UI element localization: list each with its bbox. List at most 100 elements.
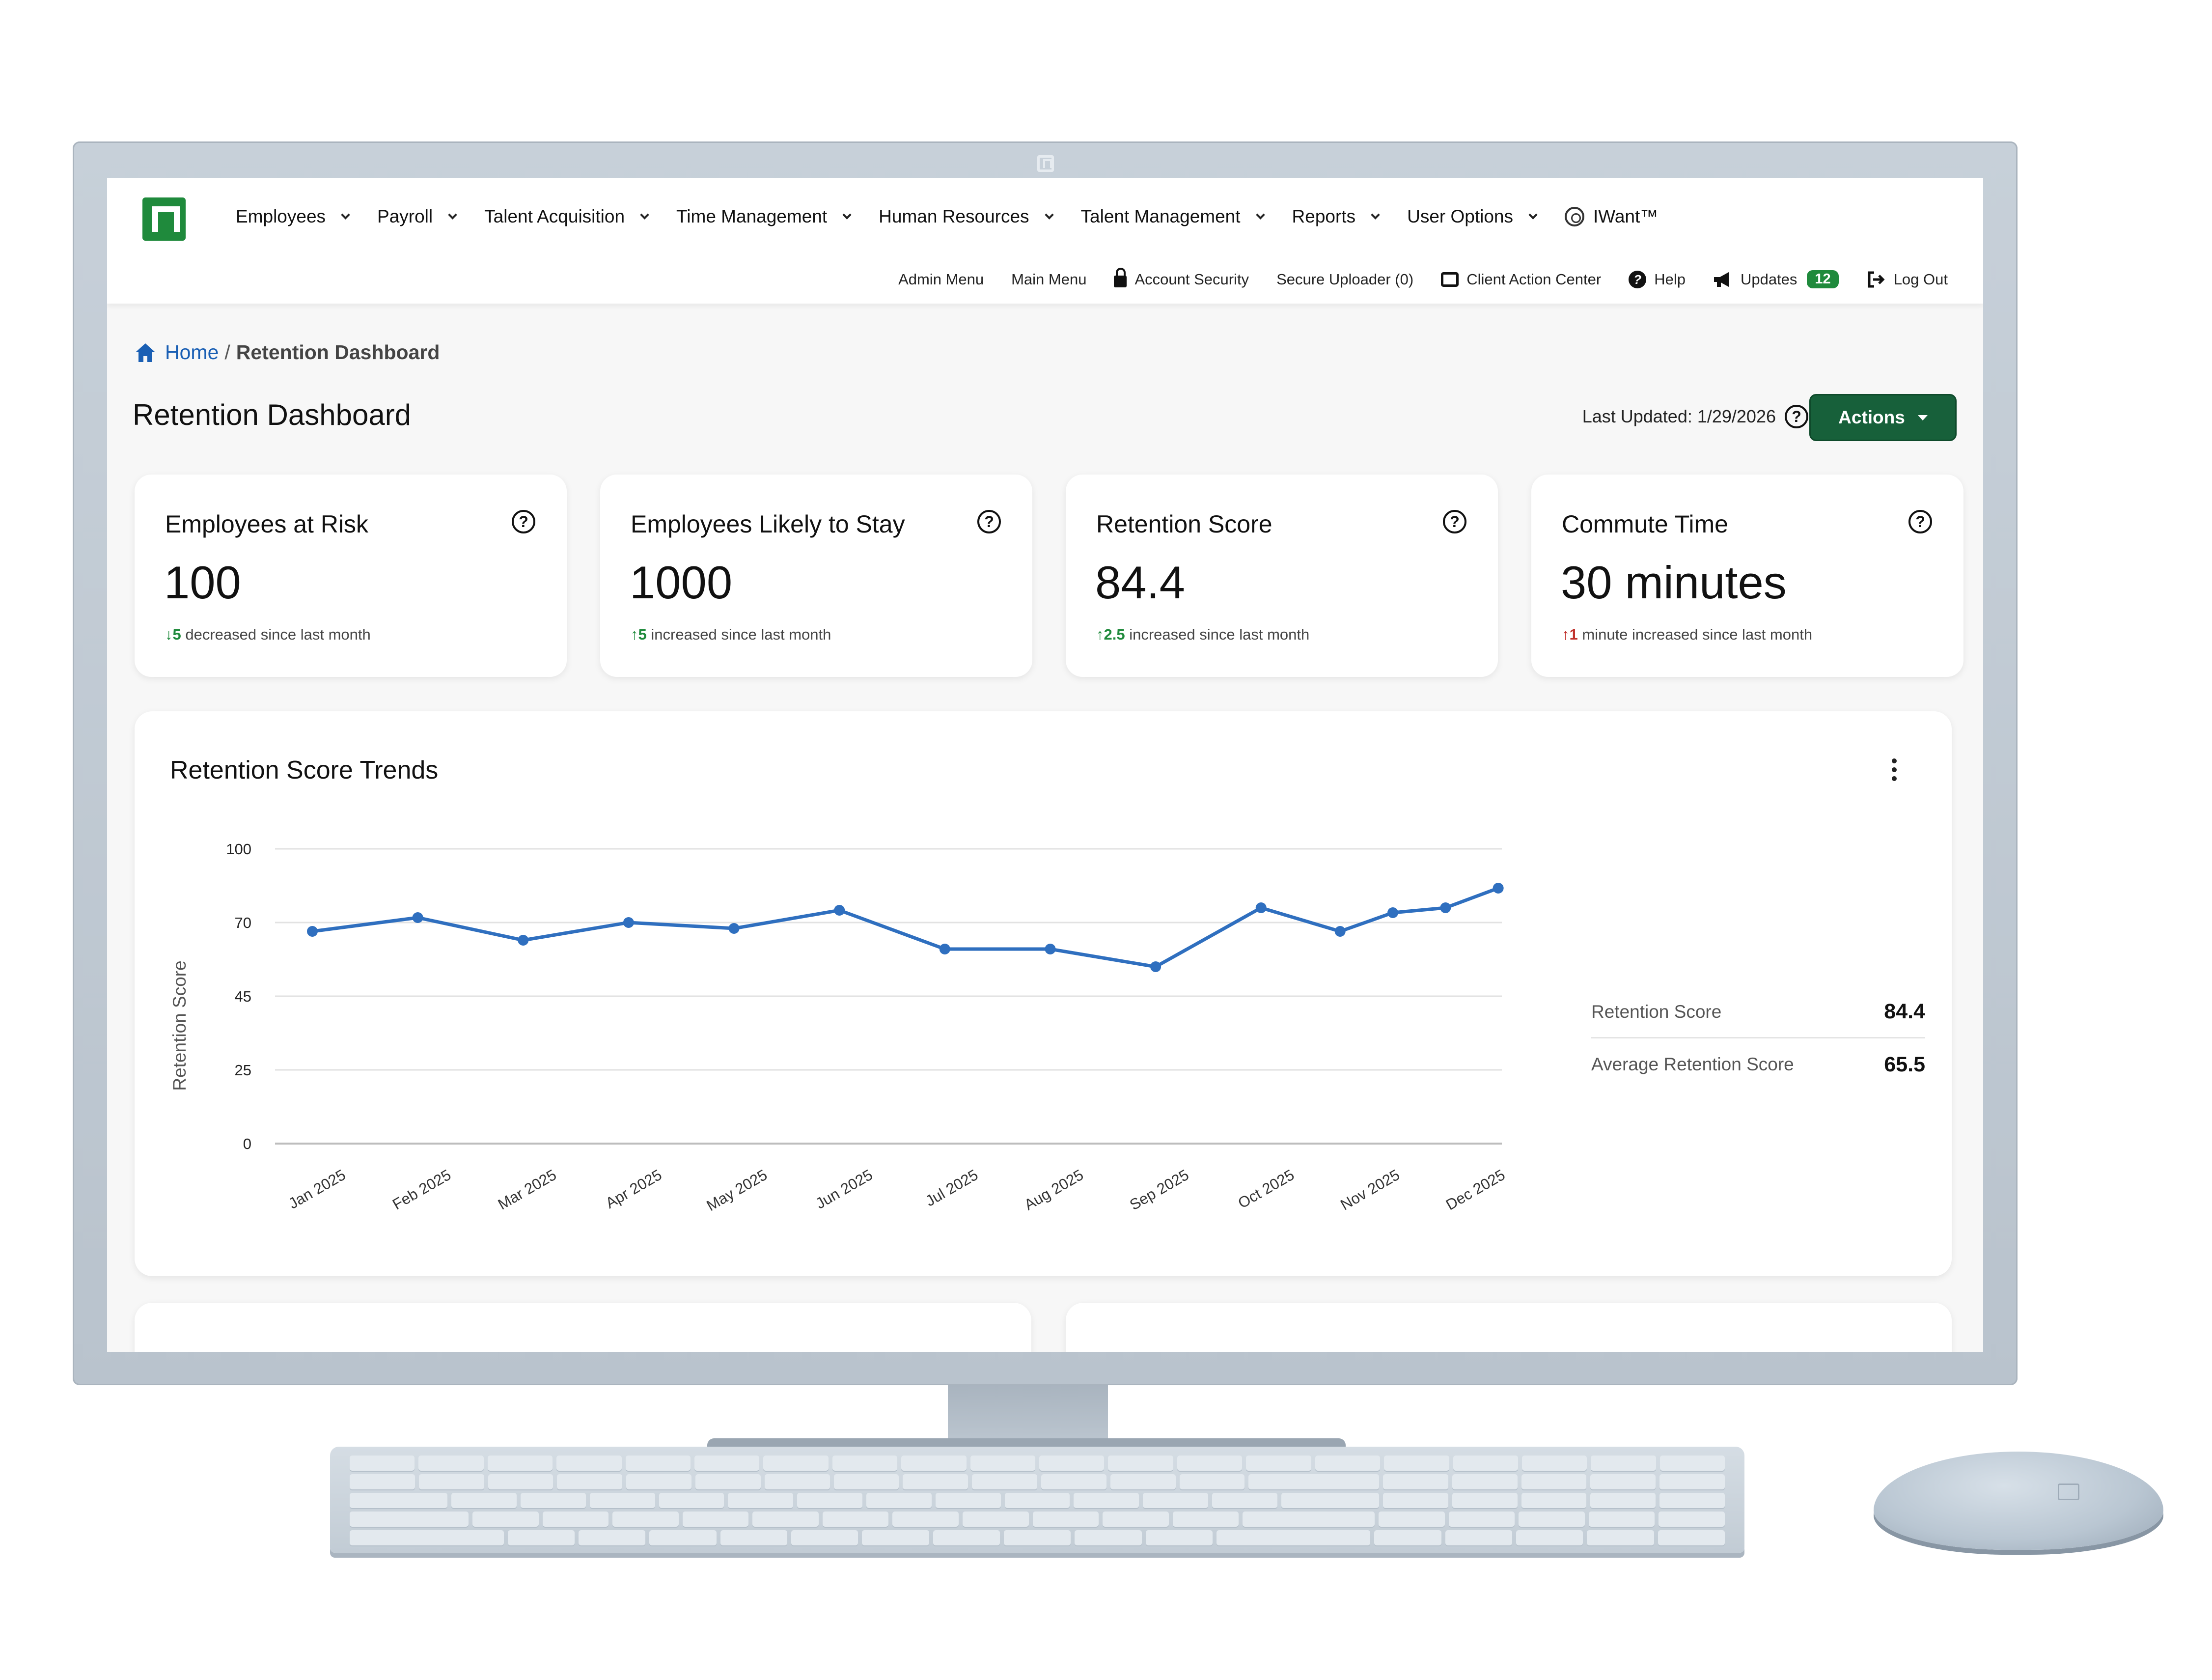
data-point <box>1440 902 1451 913</box>
menu-time-management[interactable]: Time Management <box>676 206 852 227</box>
kpi-delta-value: 5 <box>172 626 181 643</box>
lower-card-left <box>135 1303 1031 1352</box>
main-menu-label: Main Menu <box>1011 270 1087 288</box>
summary-value: 65.5 <box>1884 1052 1925 1076</box>
page-title: Retention Dashboard <box>133 398 412 431</box>
menu-label: Talent Acquisition <box>484 206 625 226</box>
chevron-down-icon <box>1044 210 1054 220</box>
menu-label: Employees <box>236 206 326 226</box>
question-circle-icon[interactable]: ? <box>1785 405 1808 428</box>
monitor-stand <box>948 1385 1108 1444</box>
keyboard <box>330 1447 1744 1553</box>
kebab-menu-icon[interactable] <box>1892 758 1898 783</box>
last-updated-label: Last Updated: 1/29/2026 <box>1582 406 1776 426</box>
x-tick-label: Jun 2025 <box>813 1166 876 1212</box>
data-point <box>1045 944 1056 954</box>
chevron-down-icon <box>448 210 457 220</box>
secure-uploader-label: Secure Uploader (0) <box>1276 270 1414 288</box>
menu-label: Talent Management <box>1080 206 1241 226</box>
summary-row-retention-score: Retention Score 84.4 <box>1591 986 1925 1038</box>
brand-logo-icon[interactable] <box>142 197 186 241</box>
question-circle-icon[interactable]: ? <box>1443 510 1466 533</box>
kpi-delta-text: increased since last month <box>651 626 831 643</box>
data-point <box>728 923 740 934</box>
menu-talent-acquisition[interactable]: Talent Acquisition <box>484 206 649 227</box>
kpi-delta: ↓5 decreased since last month <box>165 626 371 644</box>
logout-icon <box>1868 271 1885 287</box>
x-tick-label: Feb 2025 <box>389 1166 454 1213</box>
data-point <box>307 926 318 937</box>
updates-label: Updates <box>1740 270 1797 288</box>
secure-uploader-link[interactable]: Secure Uploader (0) <box>1276 271 1413 288</box>
kpi-card-employees-likely-to-stay: Employees Likely to Stay ? 1000 ↑5 incre… <box>600 475 1032 677</box>
home-icon[interactable] <box>135 342 156 363</box>
x-tick-label: Apr 2025 <box>603 1166 664 1212</box>
y-tick-label: 25 <box>235 1062 251 1079</box>
kpi-title: Commute Time <box>1562 510 1728 538</box>
menu-label: Time Management <box>676 206 828 226</box>
menu-human-resources[interactable]: Human Resources <box>879 206 1054 227</box>
kpi-delta-value: 5 <box>638 626 647 643</box>
arrow-up-icon: ↑ <box>1096 626 1104 643</box>
kpi-title: Employees Likely to Stay <box>631 510 905 538</box>
kpi-card-commute-time: Commute Time ? 30 minutes ↑1 minute incr… <box>1531 475 1963 677</box>
data-point <box>939 944 950 954</box>
x-tick-label: Aug 2025 <box>1022 1166 1086 1214</box>
updates-count-badge: 12 <box>1807 270 1839 288</box>
retention-trend-card: Retention Score Trends 0 25 45 70 100 Retenti… <box>135 711 1952 1276</box>
help-label: Help <box>1654 270 1686 288</box>
x-tick-label: Dec 2025 <box>1443 1166 1508 1214</box>
kpi-value: 1000 <box>630 557 733 608</box>
actions-label: Actions <box>1838 407 1905 427</box>
summary-row-average-retention-score: Average Retention Score 65.5 <box>1591 1038 1925 1091</box>
data-point <box>518 935 529 946</box>
main-menu-link[interactable]: Main Menu <box>1011 271 1086 288</box>
help-link[interactable]: ? Help <box>1629 270 1686 288</box>
x-tick-label: Jul 2025 <box>922 1166 981 1210</box>
menu-employees[interactable]: Employees <box>236 206 350 227</box>
actions-button[interactable]: Actions <box>1809 394 1957 441</box>
question-circle-icon[interactable]: ? <box>977 510 1001 533</box>
data-point <box>1387 907 1399 918</box>
kpi-delta-value: 1 <box>1569 626 1578 643</box>
question-circle-icon[interactable]: ? <box>1908 510 1932 533</box>
mouse-logo-icon <box>2058 1484 2079 1500</box>
kpi-value: 100 <box>164 557 241 608</box>
kpi-delta-value: 2.5 <box>1104 626 1125 643</box>
data-point <box>412 912 423 923</box>
iwant-label: IWant™ <box>1593 206 1659 226</box>
data-point <box>1255 902 1267 913</box>
kpi-card-employees-at-risk: Employees at Risk ? 100 ↓5 decreased sin… <box>135 475 567 677</box>
menu-iwant[interactable]: IWant™ <box>1565 206 1658 227</box>
y-tick-label: 100 <box>226 840 251 858</box>
chevron-down-icon <box>341 210 350 220</box>
data-point <box>1493 883 1504 894</box>
kpi-delta-text: increased since last month <box>1129 626 1310 643</box>
x-tick-label: Jan 2025 <box>286 1166 349 1212</box>
updates-link[interactable]: Updates 12 <box>1713 270 1839 288</box>
data-point <box>1150 961 1161 972</box>
breadcrumb-home-link[interactable]: Home <box>165 341 219 364</box>
breadcrumb-current: Retention Dashboard <box>236 341 440 364</box>
arrow-down-icon: ↓ <box>165 626 173 643</box>
chevron-down-icon <box>1528 210 1538 220</box>
x-tick-label: Sep 2025 <box>1127 1166 1191 1214</box>
lock-icon <box>1114 267 1127 287</box>
top-navigation: Employees Payroll Talent Acquisition Tim… <box>107 178 1983 304</box>
series-line <box>312 886 1499 969</box>
x-tick-label: Mar 2025 <box>495 1166 559 1213</box>
question-circle-icon[interactable]: ? <box>512 510 535 533</box>
y-axis-label: Retention Score <box>169 960 190 1091</box>
menu-label: User Options <box>1407 206 1514 226</box>
log-out-label: Log Out <box>1893 270 1948 288</box>
menu-payroll[interactable]: Payroll <box>377 206 457 227</box>
admin-menu-link[interactable]: Admin Menu <box>898 271 984 288</box>
menu-user-options[interactable]: User Options <box>1407 206 1538 227</box>
client-action-center-link[interactable]: Client Action Center <box>1441 271 1601 288</box>
x-tick-label: Nov 2025 <box>1337 1166 1402 1214</box>
log-out-link[interactable]: Log Out <box>1866 271 1948 288</box>
account-security-link[interactable]: Account Security <box>1114 267 1249 288</box>
menu-reports[interactable]: Reports <box>1292 206 1380 227</box>
menu-talent-management[interactable]: Talent Management <box>1080 206 1265 227</box>
kpi-title: Employees at Risk <box>165 510 369 538</box>
